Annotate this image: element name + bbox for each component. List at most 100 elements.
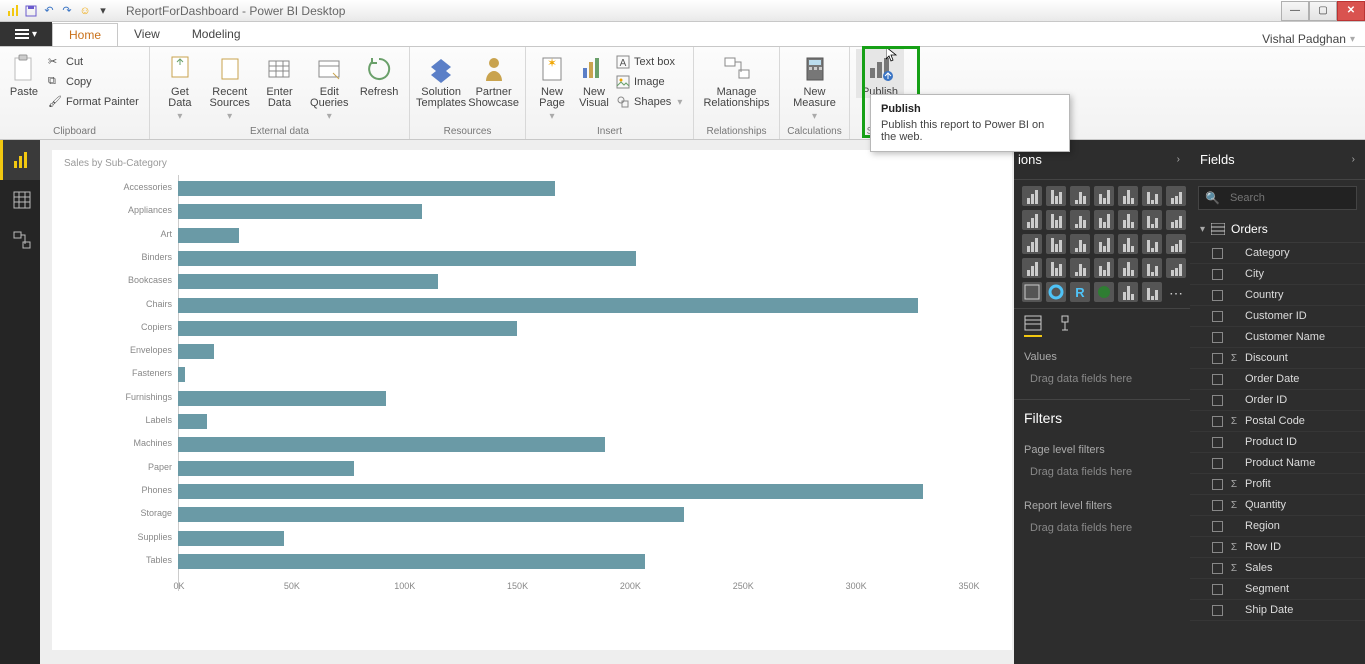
qat-dropdown-icon[interactable]: ▾ [96, 4, 110, 18]
chart-bar[interactable] [178, 228, 239, 243]
text-box-button[interactable]: AText box [616, 53, 682, 71]
viz-type-icon[interactable] [1142, 258, 1162, 278]
viz-type-icon[interactable] [1118, 234, 1138, 254]
copy-button[interactable]: ⧉Copy [48, 73, 139, 91]
viz-type-icon[interactable] [1142, 282, 1162, 302]
fields-header[interactable]: Fields› [1190, 140, 1365, 180]
data-view-button[interactable] [0, 180, 40, 220]
field-checkbox[interactable] [1212, 353, 1223, 364]
field-checkbox[interactable] [1212, 311, 1223, 322]
viz-type-icon[interactable] [1166, 186, 1186, 206]
recent-sources-button[interactable]: Recent Sources▾ [206, 49, 254, 122]
viz-type-icon[interactable] [1070, 186, 1090, 206]
viz-type-icon[interactable] [1094, 210, 1114, 230]
close-button[interactable]: ✕ [1337, 1, 1365, 21]
new-page-button[interactable]: ✶New Page▾ [532, 49, 572, 122]
field-row[interactable]: ΣProfit [1190, 474, 1365, 495]
file-tab[interactable]: ▾ [0, 22, 52, 46]
viz-type-icon[interactable] [1022, 210, 1042, 230]
field-row[interactable]: Category [1190, 243, 1365, 264]
viz-type-icon[interactable] [1022, 186, 1042, 206]
solution-templates-button[interactable]: Solution Templates [416, 49, 466, 109]
redo-icon[interactable]: ↷ [60, 4, 74, 18]
viz-type-icon[interactable] [1118, 186, 1138, 206]
chart-bar[interactable] [178, 507, 684, 522]
viz-type-icon[interactable] [1166, 234, 1186, 254]
maximize-button[interactable]: ▢ [1309, 1, 1337, 21]
field-row[interactable]: City [1190, 264, 1365, 285]
field-checkbox[interactable] [1212, 290, 1223, 301]
field-checkbox[interactable] [1212, 500, 1223, 511]
viz-type-icon[interactable] [1070, 258, 1090, 278]
field-checkbox[interactable] [1212, 458, 1223, 469]
user-account[interactable]: Vishal Padghan▾ [1262, 32, 1365, 46]
viz-type-icon[interactable] [1022, 282, 1042, 302]
field-checkbox[interactable] [1212, 395, 1223, 406]
enter-data-button[interactable]: Enter Data [256, 49, 304, 109]
smiley-icon[interactable]: ☺ [78, 4, 92, 18]
field-row[interactable]: Customer ID [1190, 306, 1365, 327]
field-row[interactable]: ΣRow ID [1190, 537, 1365, 558]
field-checkbox[interactable] [1212, 542, 1223, 553]
field-row[interactable]: Order ID [1190, 390, 1365, 411]
field-checkbox[interactable] [1212, 332, 1223, 343]
field-row[interactable]: Order Date [1190, 369, 1365, 390]
field-row[interactable]: ΣPostal Code [1190, 411, 1365, 432]
manage-relationships-button[interactable]: Manage Relationships [700, 49, 773, 109]
field-checkbox[interactable] [1212, 248, 1223, 259]
chart-bar[interactable] [178, 531, 284, 546]
field-row[interactable]: ΣQuantity [1190, 495, 1365, 516]
viz-type-icon[interactable] [1142, 234, 1162, 254]
viz-type-icon[interactable] [1142, 186, 1162, 206]
viz-type-icon[interactable] [1142, 210, 1162, 230]
bar-chart-visual[interactable]: Sales by Sub-Category 0K50K100K150K200K2… [52, 150, 1012, 650]
fields-well-icon[interactable] [1024, 315, 1042, 337]
partner-showcase-button[interactable]: Partner Showcase [468, 49, 519, 109]
field-row[interactable]: Product Name [1190, 453, 1365, 474]
edit-queries-button[interactable]: Edit Queries▾ [305, 49, 353, 122]
field-checkbox[interactable] [1212, 605, 1223, 616]
save-icon[interactable] [24, 4, 38, 18]
viz-type-icon[interactable]: R [1070, 282, 1090, 302]
field-checkbox[interactable] [1212, 437, 1223, 448]
table-orders[interactable]: ▾ Orders [1190, 216, 1365, 243]
get-data-button[interactable]: Get Data▾ [156, 49, 204, 122]
viz-type-icon[interactable]: ⋯ [1166, 282, 1186, 302]
fields-search[interactable]: 🔍 [1198, 186, 1357, 210]
format-well-icon[interactable] [1056, 315, 1074, 337]
chart-bar[interactable] [178, 484, 923, 499]
viz-type-icon[interactable] [1070, 234, 1090, 254]
chart-bar[interactable] [178, 437, 605, 452]
cut-button[interactable]: ✂Cut [48, 53, 139, 71]
viz-type-icon[interactable] [1166, 258, 1186, 278]
chart-bar[interactable] [178, 414, 207, 429]
field-row[interactable]: Country [1190, 285, 1365, 306]
tab-home[interactable]: Home [52, 23, 118, 47]
undo-icon[interactable]: ↶ [42, 4, 56, 18]
tab-view[interactable]: View [118, 22, 176, 46]
chart-bar[interactable] [178, 461, 354, 476]
field-checkbox[interactable] [1212, 563, 1223, 574]
field-row[interactable]: Segment [1190, 579, 1365, 600]
refresh-button[interactable]: Refresh [355, 49, 403, 98]
report-filters-dropwell[interactable]: Drag data fields here [1022, 516, 1182, 540]
chart-bar[interactable] [178, 298, 918, 313]
paste-button[interactable]: Paste [6, 49, 42, 98]
field-checkbox[interactable] [1212, 269, 1223, 280]
viz-type-icon[interactable] [1046, 186, 1066, 206]
chart-bar[interactable] [178, 181, 555, 196]
field-checkbox[interactable] [1212, 584, 1223, 595]
field-checkbox[interactable] [1212, 416, 1223, 427]
tab-modeling[interactable]: Modeling [176, 22, 257, 46]
field-row[interactable]: ΣDiscount [1190, 348, 1365, 369]
field-checkbox[interactable] [1212, 521, 1223, 532]
field-checkbox[interactable] [1212, 374, 1223, 385]
viz-type-icon[interactable] [1094, 282, 1114, 302]
viz-type-icon[interactable] [1046, 234, 1066, 254]
model-view-button[interactable] [0, 220, 40, 260]
field-row[interactable]: ΣSales [1190, 558, 1365, 579]
field-row[interactable]: Ship Date [1190, 600, 1365, 621]
chart-bar[interactable] [178, 251, 636, 266]
shapes-button[interactable]: Shapes▾ [616, 93, 682, 111]
page-filters-dropwell[interactable]: Drag data fields here [1022, 460, 1182, 484]
